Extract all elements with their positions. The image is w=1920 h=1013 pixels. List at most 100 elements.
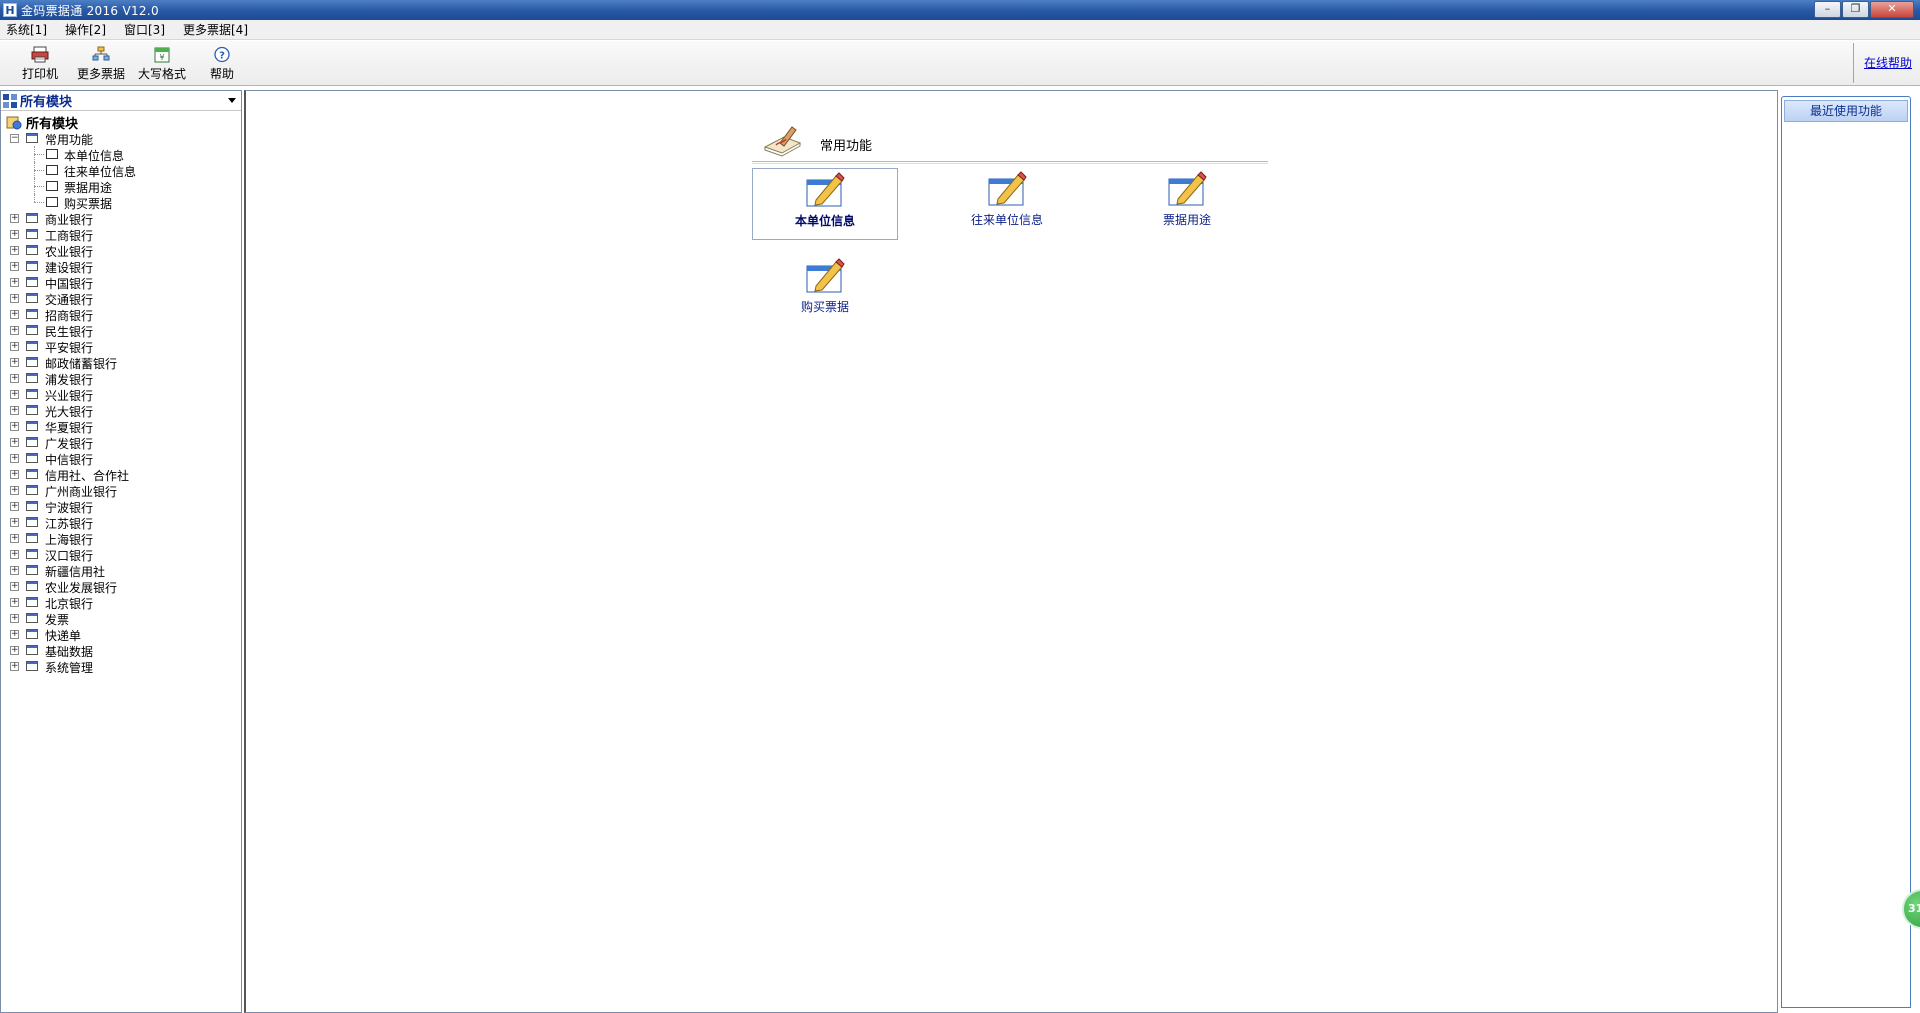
tree-group-item[interactable]: + 发票 (1, 610, 241, 627)
tree-group-item[interactable]: + 农业发展银行 (1, 578, 241, 595)
help-button[interactable]: ? 帮助 (191, 44, 253, 82)
edit-form-icon (1168, 171, 1207, 206)
tree-group-item[interactable]: + 系统管理 (1, 658, 241, 675)
expand-icon[interactable]: + (10, 646, 19, 655)
tree-group-item[interactable]: + 汉口银行 (1, 546, 241, 563)
expand-icon[interactable]: + (10, 422, 19, 431)
tree-group-item[interactable]: + 广州商业银行 (1, 482, 241, 499)
expand-icon[interactable]: + (10, 374, 19, 383)
folder-icon (26, 133, 38, 143)
tree-group-item[interactable]: + 广发银行 (1, 434, 241, 451)
expand-icon[interactable]: + (10, 598, 19, 607)
tree-group-item[interactable]: + 农业银行 (1, 242, 241, 259)
expand-icon[interactable]: + (10, 582, 19, 591)
tree-group-item[interactable]: + 信用社、合作社 (1, 466, 241, 483)
expand-icon[interactable]: + (10, 342, 19, 351)
tree-group-item[interactable]: + 邮政储蓄银行 (1, 354, 241, 371)
tree-group-item[interactable]: + 交通银行 (1, 290, 241, 307)
expand-icon[interactable]: + (10, 566, 19, 575)
expand-icon[interactable]: + (10, 294, 19, 303)
folder-icon (26, 469, 38, 479)
tree-group-item[interactable]: + 建设银行 (1, 258, 241, 275)
expand-icon[interactable]: + (10, 454, 19, 463)
tree-group-item[interactable]: + 平安银行 (1, 338, 241, 355)
tree-leaf-item[interactable]: 本单位信息 (1, 146, 241, 163)
folder-icon (26, 245, 38, 255)
expand-icon[interactable]: + (10, 262, 19, 271)
tree-group-item[interactable]: + 快递单 (1, 626, 241, 643)
maximize-button[interactable]: ❐ (1842, 1, 1869, 18)
tile-purchase-bills-label: 购买票据 (800, 300, 849, 314)
tree-group-common[interactable]: − 常用功能 (1, 130, 241, 147)
expand-icon[interactable]: + (10, 662, 19, 671)
expand-icon[interactable]: + (10, 390, 19, 399)
tree-group-label: 系统管理 (45, 661, 94, 675)
edit-form-icon (806, 172, 845, 207)
expand-icon[interactable]: + (10, 470, 19, 479)
tree-group-item[interactable]: + 宁波银行 (1, 498, 241, 515)
tree-leaf-item[interactable]: 购买票据 (1, 194, 241, 211)
expand-icon[interactable]: + (10, 534, 19, 543)
tree-group-item[interactable]: + 江苏银行 (1, 514, 241, 531)
tree-group-item[interactable]: + 北京银行 (1, 594, 241, 611)
tile-purchase-bills[interactable]: 购买票据 (752, 255, 898, 327)
expand-icon[interactable]: + (10, 502, 19, 511)
menu-more-bills[interactable]: 更多票据[4] (181, 20, 250, 39)
module-selector[interactable]: 所有模块 (1, 91, 241, 111)
expand-icon[interactable]: + (10, 614, 19, 623)
uppercase-format-button[interactable]: ¥ 大写格式 (131, 44, 193, 82)
close-button[interactable]: ✕ (1870, 1, 1914, 18)
folder-icon (26, 293, 38, 303)
tree-group-item[interactable]: + 浦发银行 (1, 370, 241, 387)
printer-button[interactable]: 打印机 (9, 44, 71, 82)
expand-icon[interactable]: + (10, 406, 19, 415)
tree-group-item[interactable]: + 新疆信用社 (1, 562, 241, 579)
tree-leaf-item[interactable]: 往来单位信息 (1, 162, 241, 179)
minimize-button[interactable]: – (1814, 1, 1841, 18)
edit-form-icon (806, 258, 845, 293)
expand-icon[interactable]: + (10, 246, 19, 255)
tree-group-item[interactable]: + 中信银行 (1, 450, 241, 467)
tree-group-item[interactable]: + 工商银行 (1, 226, 241, 243)
modules-grid-icon (3, 93, 17, 108)
tree-group-item[interactable]: + 华夏银行 (1, 418, 241, 435)
expand-icon[interactable]: + (10, 230, 19, 239)
tree-group-item[interactable]: + 上海银行 (1, 530, 241, 547)
chevron-down-icon[interactable] (228, 98, 236, 103)
expand-icon[interactable]: + (10, 310, 19, 319)
tree-group-item[interactable]: + 招商银行 (1, 306, 241, 323)
online-help-link[interactable]: 在线帮助 (1864, 54, 1912, 71)
folder-icon (26, 325, 38, 335)
expand-icon[interactable]: + (10, 630, 19, 639)
tile-own-unit-info[interactable]: 本单位信息 (752, 168, 898, 240)
expand-icon[interactable]: + (10, 278, 19, 287)
folder-icon (26, 453, 38, 463)
printer-icon (31, 46, 49, 63)
expand-icon[interactable]: + (10, 358, 19, 367)
more-bills-button[interactable]: 更多票据 (70, 44, 132, 82)
recent-functions-header[interactable]: 最近使用功能 (1784, 100, 1908, 122)
expand-icon[interactable]: + (10, 326, 19, 335)
expand-icon[interactable]: + (10, 518, 19, 527)
tree-group-item[interactable]: + 基础数据 (1, 642, 241, 659)
tree-group-item[interactable]: + 商业银行 (1, 210, 241, 227)
tree-group-item[interactable]: + 民生银行 (1, 322, 241, 339)
tree-group-item[interactable]: + 中国银行 (1, 274, 241, 291)
tree-connector (34, 154, 44, 155)
expand-icon[interactable]: + (10, 550, 19, 559)
tile-bill-purpose[interactable]: 票据用途 (1114, 168, 1260, 240)
printer-label: 打印机 (21, 67, 58, 81)
menu-window[interactable]: 窗口[3] (122, 20, 167, 39)
menu-system[interactable]: 系统[1] (4, 20, 49, 39)
expand-icon[interactable]: + (10, 486, 19, 495)
tree-root[interactable]: 所有模块 (1, 114, 241, 132)
expand-icon[interactable]: + (10, 438, 19, 447)
handwriting-icon (763, 126, 802, 157)
tree-group-item[interactable]: + 兴业银行 (1, 386, 241, 403)
tree-group-item[interactable]: + 光大银行 (1, 402, 241, 419)
menu-operate[interactable]: 操作[2] (63, 20, 108, 39)
tile-partner-unit-info[interactable]: 往来单位信息 (934, 168, 1080, 240)
expand-icon[interactable]: + (10, 214, 19, 223)
collapse-icon[interactable]: − (10, 134, 19, 143)
tree-leaf-item[interactable]: 票据用途 (1, 178, 241, 195)
